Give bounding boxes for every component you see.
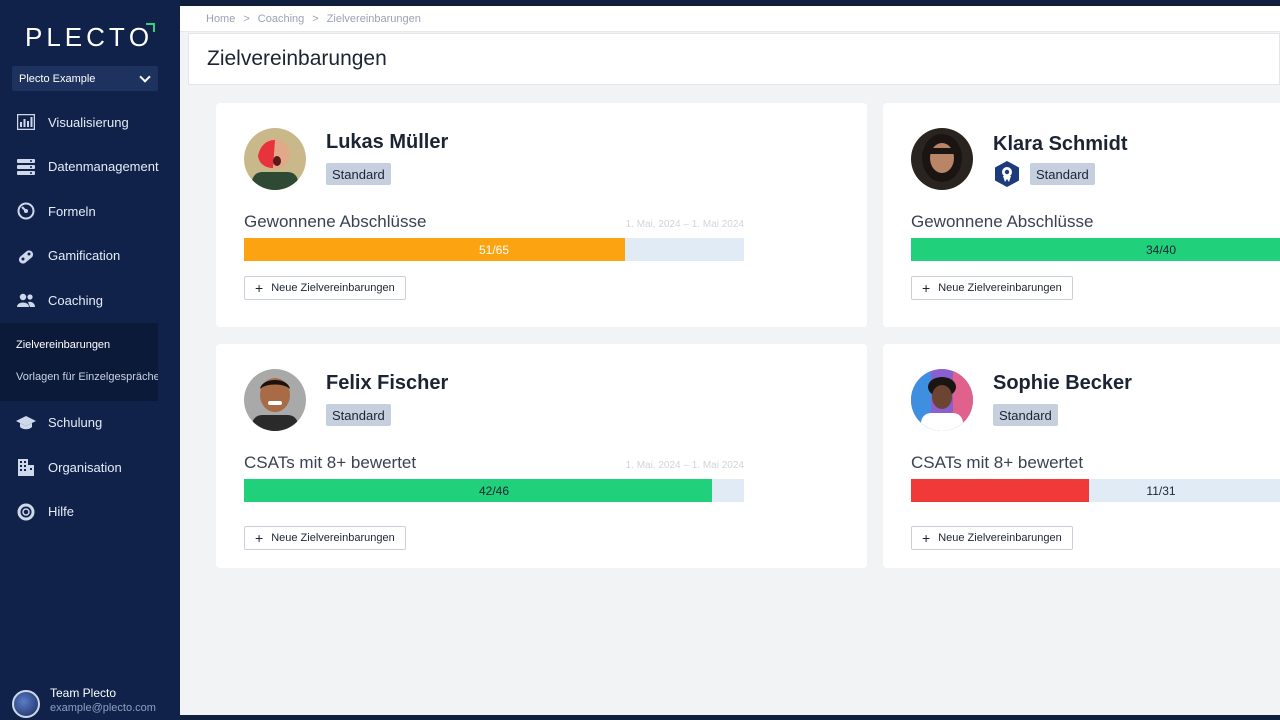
plecto-logo[interactable]: PLECTO [25, 22, 156, 53]
award-shield-icon [995, 161, 1019, 187]
nav-item-hilfe[interactable]: Hilfe [0, 490, 180, 535]
nav-label: Formeln [48, 203, 96, 219]
sidebar: PLECTO Plecto Example Visualisierung Dat… [0, 0, 180, 720]
goal-date-range: 1. Mai, 2024 – 1. Mai 2024 [625, 219, 744, 230]
progress-bar: 34/40 [911, 238, 1280, 261]
badge-row: Standard [326, 163, 391, 185]
button-label: Neue Zielvereinbarungen [938, 532, 1062, 544]
new-goal-button[interactable]: + Neue Zielvereinbarungen [911, 526, 1073, 550]
progress-bar: 11/31 [911, 479, 1280, 502]
new-goal-button[interactable]: + Neue Zielvereinbarungen [244, 526, 406, 550]
breadcrumb-coaching[interactable]: Coaching [258, 13, 304, 25]
nav-label: Organisation [48, 459, 122, 475]
main-content: Home > Coaching > Zielvereinbarungen Zie… [180, 6, 1280, 715]
user-profile[interactable]: Team Plecto example@plecto.com [12, 686, 180, 720]
person-name: Klara Schmidt [993, 133, 1128, 155]
graduation-cap-icon [16, 413, 36, 433]
badge-row: Standard [326, 404, 391, 426]
person-name: Felix Fischer [326, 372, 449, 394]
chevron-down-icon [139, 70, 151, 83]
progress-value: 51/65 [478, 242, 510, 257]
breadcrumb-current: Zielvereinbarungen [326, 12, 421, 25]
badge-row: Standard [993, 160, 1095, 188]
gamepad-icon [16, 246, 36, 266]
badge-row: Standard [993, 404, 1058, 426]
nav-label: Coaching [48, 292, 103, 308]
progress-value: 42/46 [478, 483, 510, 498]
nav-item-coaching[interactable]: Coaching [0, 278, 180, 323]
building-icon [16, 457, 36, 477]
user-name: Team Plecto [50, 686, 117, 700]
breadcrumb-separator: > [312, 12, 319, 25]
page-title-bar: Zielvereinbarungen [188, 33, 1280, 85]
role-badge: Standard [993, 404, 1058, 426]
progress-bar: 42/46 [244, 479, 744, 502]
nav-label: Schulung [48, 415, 103, 431]
chart-icon [16, 112, 36, 132]
lifebuoy-icon [16, 502, 36, 522]
nav-item-formeln[interactable]: Formeln [0, 189, 180, 234]
plus-icon: + [255, 530, 264, 546]
plus-icon: + [922, 280, 931, 296]
subnav-item-vorlagen[interactable]: Vorlagen für Einzelgespräche [0, 361, 158, 393]
breadcrumb: Home > Coaching > Zielvereinbarungen [180, 6, 1280, 32]
plus-icon: + [255, 280, 264, 296]
user-avatar [12, 690, 40, 718]
role-badge: Standard [326, 404, 391, 426]
breadcrumb-home[interactable]: Home [206, 13, 235, 25]
nav-label: Gamification [48, 248, 121, 264]
nav-label: Datenmanagement [48, 159, 159, 175]
main-nav: Visualisierung Datenmanagement Formeln G… [0, 100, 180, 534]
logo-text-o: O [128, 22, 156, 52]
goal-title: Gewonnene Abschlüsse [911, 212, 1094, 231]
nav-label: Hilfe [48, 504, 75, 520]
user-email: example@plecto.com [50, 702, 156, 714]
workspace-name: Plecto Example [19, 72, 96, 85]
goal-card: Klara Schmidt Standard Gewonnene Abschlü… [883, 103, 1280, 327]
breadcrumb-separator: > [243, 12, 250, 25]
button-label: Neue Zielvereinbarungen [271, 282, 395, 294]
progress-bar: 51/65 [244, 238, 744, 261]
nav-item-gamification[interactable]: Gamification [0, 234, 180, 279]
coaching-subnav: Zielvereinbarungen Vorlagen für Einzelge… [0, 322, 158, 401]
logo-text: PLECT [25, 22, 129, 52]
users-icon [16, 290, 36, 310]
goal-date-range: 1. Mai, 2024 – 1. Mai 2024 [625, 460, 744, 471]
new-goal-button[interactable]: + Neue Zielvereinbarungen [911, 276, 1073, 300]
plus-icon: + [922, 530, 931, 546]
user-photo [911, 369, 973, 431]
subnav-item-zielvereinbarungen[interactable]: Zielvereinbarungen [0, 329, 158, 361]
workspace-selector[interactable]: Plecto Example [12, 66, 158, 91]
person-name: Lukas Müller [326, 131, 449, 153]
nav-item-visualisierung[interactable]: Visualisierung [0, 100, 180, 145]
goal-card: Sophie Becker Standard CSATs mit 8+ bewe… [883, 344, 1280, 568]
goal-title: CSATs mit 8+ bewertet [244, 453, 417, 472]
database-icon [16, 157, 36, 177]
role-badge: Standard [326, 163, 391, 185]
page-title: Zielvereinbarungen [207, 47, 387, 70]
role-badge: Standard [1030, 163, 1095, 185]
gauge-icon [16, 201, 36, 221]
user-photo [244, 369, 306, 431]
nav-item-datenmanagement[interactable]: Datenmanagement [0, 145, 180, 190]
user-photo [244, 128, 306, 190]
button-label: Neue Zielvereinbarungen [271, 532, 395, 544]
goal-title: Gewonnene Abschlüsse [244, 212, 427, 231]
goal-title: CSATs mit 8+ bewertet [911, 453, 1084, 472]
nav-item-schulung[interactable]: Schulung [0, 401, 180, 446]
new-goal-button[interactable]: + Neue Zielvereinbarungen [244, 276, 406, 300]
button-label: Neue Zielvereinbarungen [938, 282, 1062, 294]
progress-value: 34/40 [1145, 242, 1177, 257]
user-photo [911, 128, 973, 190]
progress-value: 11/31 [1146, 483, 1176, 498]
person-name: Sophie Becker [993, 372, 1132, 394]
nav-item-organisation[interactable]: Organisation [0, 445, 180, 490]
goal-card: Felix Fischer Standard CSATs mit 8+ bewe… [216, 344, 867, 568]
goal-card: Lukas Müller Standard Gewonnene Abschlüs… [216, 103, 867, 327]
nav-label: Visualisierung [48, 114, 129, 130]
